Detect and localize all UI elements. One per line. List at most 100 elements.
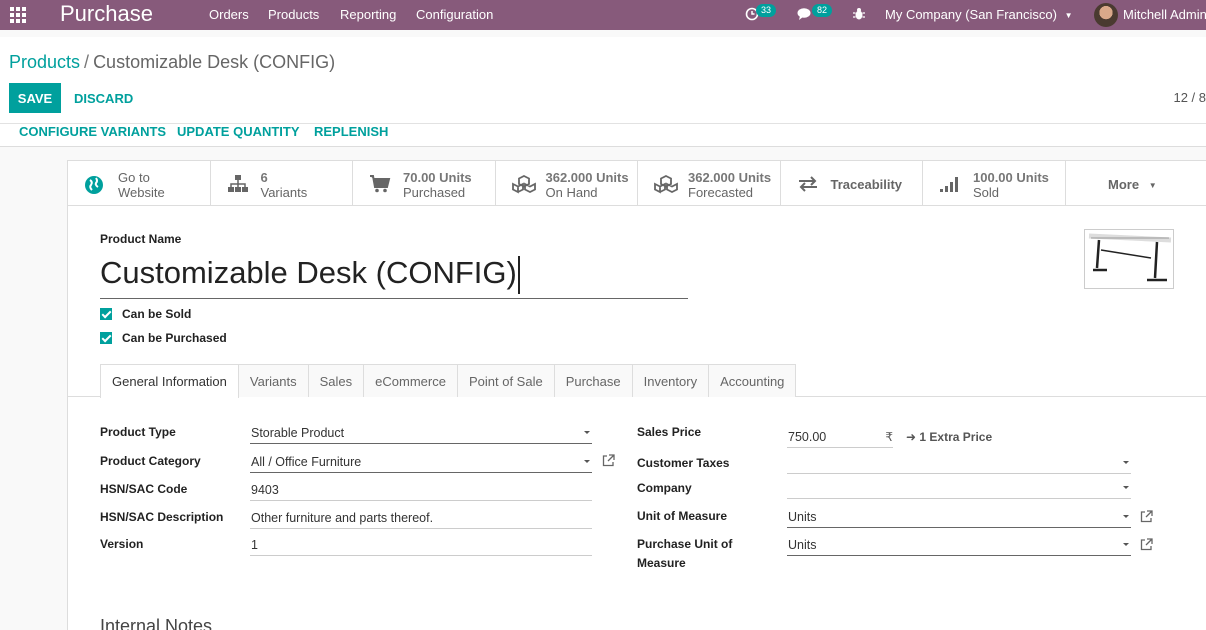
company-switcher[interactable]: My Company (San Francisco) ▼ [885,7,1073,22]
hsn-description-label: HSN/SAC Description [100,510,224,524]
purchase-uom-select[interactable]: Units [787,535,1131,556]
smart-button-sold[interactable]: 100.00 Units Sold [923,161,1066,205]
purchase-uom-value: Units [788,538,817,552]
tab-general-information[interactable]: General Information [100,364,239,398]
messages-icon[interactable] [797,7,813,24]
purchased-label: Purchased [403,185,466,200]
can-be-sold-checkbox[interactable]: Can be Sold [100,307,191,321]
pager-value[interactable]: 12 / 8 [1173,90,1206,105]
sales-price-label: Sales Price [637,425,702,439]
product-type-value: Storable Product [251,426,345,440]
menu-configuration[interactable]: Configuration [416,7,493,22]
user-avatar[interactable] [1094,3,1118,27]
save-button[interactable]: SAVE [9,83,61,113]
control-panel: Products / Customizable Desk (CONFIG) SAVE… [0,37,1206,147]
extra-price-button[interactable]: ➜ 1 Extra Price [906,430,992,444]
configure-variants-button[interactable]: CONFIGURE VARIANTS [19,124,166,139]
product-category-select[interactable]: All / Office Furniture [250,452,592,473]
more-dropdown[interactable]: More ▼ [1108,177,1157,192]
hsn-description-input[interactable]: Other furniture and parts thereof. [250,508,592,529]
tab-purchase[interactable]: Purchase [553,364,633,397]
website-line1: Go to [118,170,150,185]
product-category-label: Product Category [100,454,201,468]
tab-accounting[interactable]: Accounting [708,364,797,397]
globe-icon [84,175,106,194]
sold-label: Sold [973,185,1000,200]
forecasted-label: Forecasted [688,185,754,200]
company-select[interactable] [787,478,1131,499]
more-label: More [1108,177,1140,192]
tab-point-of-sale[interactable]: Point of Sale [456,364,555,397]
can-be-purchased-checkbox[interactable]: Can be Purchased [100,331,227,345]
user-name[interactable]: Mitchell Admin [1123,7,1206,22]
checkbox-checked-icon[interactable] [100,332,112,344]
checkbox-checked-icon[interactable] [100,308,112,320]
tab-sales[interactable]: Sales [307,364,365,397]
product-name-input[interactable]: Customizable Desk (CONFIG) [100,253,688,299]
top-navbar: Purchase Orders Products Reporting Confi… [0,0,1206,30]
update-quantity-button[interactable]: UPDATE QUANTITY [177,124,300,139]
variants-count: 6 [260,170,268,185]
variants-label: Variants [260,185,308,200]
smart-button-on-hand[interactable]: 362.000 Units On Hand [496,161,638,205]
cubes-icon [654,174,678,194]
tab-ecommerce[interactable]: eCommerce [363,364,458,397]
smart-button-variants[interactable]: 6 Variants [211,161,353,205]
hsn-code-input[interactable]: 9403 [250,480,592,501]
extra-price-label: 1 Extra Price [919,430,993,444]
forecasted-value: 362.000 Units [688,170,772,185]
menu-orders[interactable]: Orders [209,7,249,22]
form-tabs: General Information Variants Sales eComm… [100,364,797,398]
uom-label: Unit of Measure [637,509,728,523]
smart-button-traceability[interactable]: Traceability [781,161,923,205]
company-name: My Company (San Francisco) [885,7,1057,22]
smart-buttons-row: Go to Website 6 Variants 70.00 Units Pur… [68,161,1206,206]
discard-button[interactable]: DISCARD [68,83,139,113]
version-input[interactable]: 1 [250,535,592,556]
apps-menu-icon[interactable] [10,7,26,23]
purchase-uom-label-line1: Purchase Unit of [637,537,733,551]
caret-down-icon [1123,486,1129,489]
caret-down-icon [584,460,590,463]
external-link-icon[interactable] [602,454,616,468]
menu-reporting[interactable]: Reporting [340,7,396,22]
menu-products[interactable]: Products [268,7,319,22]
smart-button-website[interactable]: Go to Website [68,161,211,205]
tab-variants[interactable]: Variants [237,364,309,397]
smart-button-forecasted[interactable]: 362.000 Units Forecasted [638,161,781,205]
sold-value: 100.00 Units [973,170,1049,185]
product-image[interactable] [1084,229,1174,289]
uom-value: Units [788,510,817,524]
company-label: Company [637,481,692,495]
form-sheet: Go to Website 6 Variants 70.00 Units Pur… [67,160,1206,630]
tab-inventory[interactable]: Inventory [631,364,710,397]
breadcrumb-current: Customizable Desk (CONFIG) [93,52,336,72]
version-label: Version [100,537,144,551]
external-link-icon[interactable] [1140,538,1154,552]
text-cursor [517,255,520,294]
uom-select[interactable]: Units [787,507,1131,528]
external-link-icon[interactable] [1140,510,1154,524]
breadcrumb-products[interactable]: Products [9,52,80,72]
smart-button-purchased[interactable]: 70.00 Units Purchased [353,161,496,205]
arrow-right-icon: ➜ [906,430,917,444]
app-title[interactable]: Purchase [60,1,153,27]
on-hand-value: 362.000 Units [545,170,629,185]
cart-icon [369,175,391,193]
product-type-label: Product Type [100,425,176,439]
traceability-label: Traceability [830,177,903,192]
customer-taxes-label: Customer Taxes [637,456,730,470]
on-hand-label: On Hand [545,185,598,200]
internal-notes-heading: Internal Notes [100,616,213,630]
replenish-button[interactable]: REPLENISH [314,124,388,139]
breadcrumb-separator: / [84,52,90,72]
product-name-label: Product Name [100,232,182,246]
debug-bug-icon[interactable] [852,7,866,24]
purchase-uom-label-line2: Measure [637,556,686,570]
chevron-down-icon: ▼ [1064,11,1073,21]
customer-taxes-select[interactable] [787,453,1131,474]
caret-down-icon: ▼ [1148,181,1157,191]
product-type-select[interactable]: Storable Product [250,423,592,444]
sales-price-input[interactable]: 750.00 ₹ [787,427,893,448]
exchange-icon [797,175,819,193]
